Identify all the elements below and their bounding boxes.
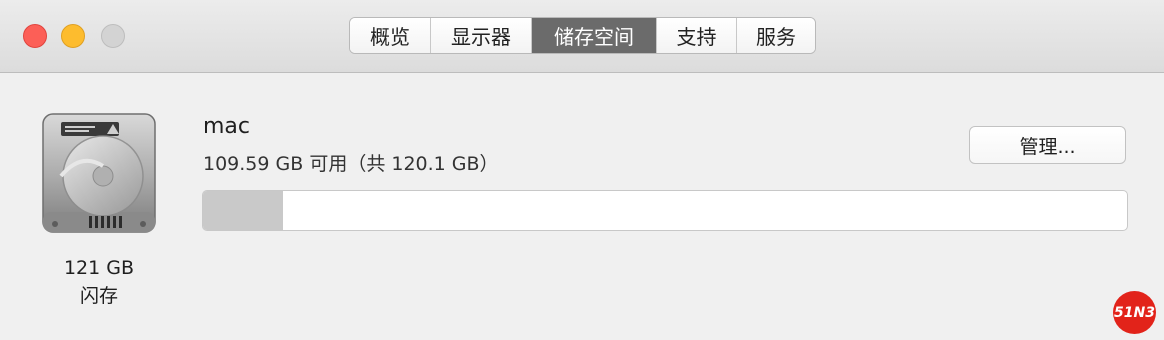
watermark-logo: 51N3 <box>1113 291 1156 334</box>
tab-service[interactable]: 服务 <box>737 18 815 53</box>
storage-usage-fill <box>203 191 284 230</box>
storage-usage-bar <box>202 190 1128 231</box>
hard-drive-icon <box>41 112 157 234</box>
tab-storage[interactable]: 储存空间 <box>532 18 657 53</box>
disk-label: 121 GB 闪存 <box>38 254 160 310</box>
volume-name: mac <box>203 114 251 139</box>
storage-panel: 121 GB 闪存 mac 109.59 GB 可用（共 120.1 GB） 管… <box>0 74 1164 340</box>
zoom-window-button[interactable] <box>101 24 125 48</box>
volume-availability: 109.59 GB 可用（共 120.1 GB） <box>203 153 499 175</box>
segmented-tab-bar: 概览 显示器 储存空间 支持 服务 <box>349 17 816 54</box>
disk-capacity: 121 GB <box>63 257 135 279</box>
close-window-button[interactable] <box>23 24 47 48</box>
disk-type: 闪存 <box>79 285 118 307</box>
manage-button[interactable]: 管理... <box>969 126 1126 164</box>
window-titlebar: 概览 显示器 储存空间 支持 服务 <box>0 0 1164 73</box>
minimize-window-button[interactable] <box>61 24 85 48</box>
tab-support[interactable]: 支持 <box>657 18 737 53</box>
watermark-text: 51N3 <box>1114 304 1155 321</box>
tab-displays[interactable]: 显示器 <box>431 18 532 53</box>
tab-overview[interactable]: 概览 <box>350 18 431 53</box>
